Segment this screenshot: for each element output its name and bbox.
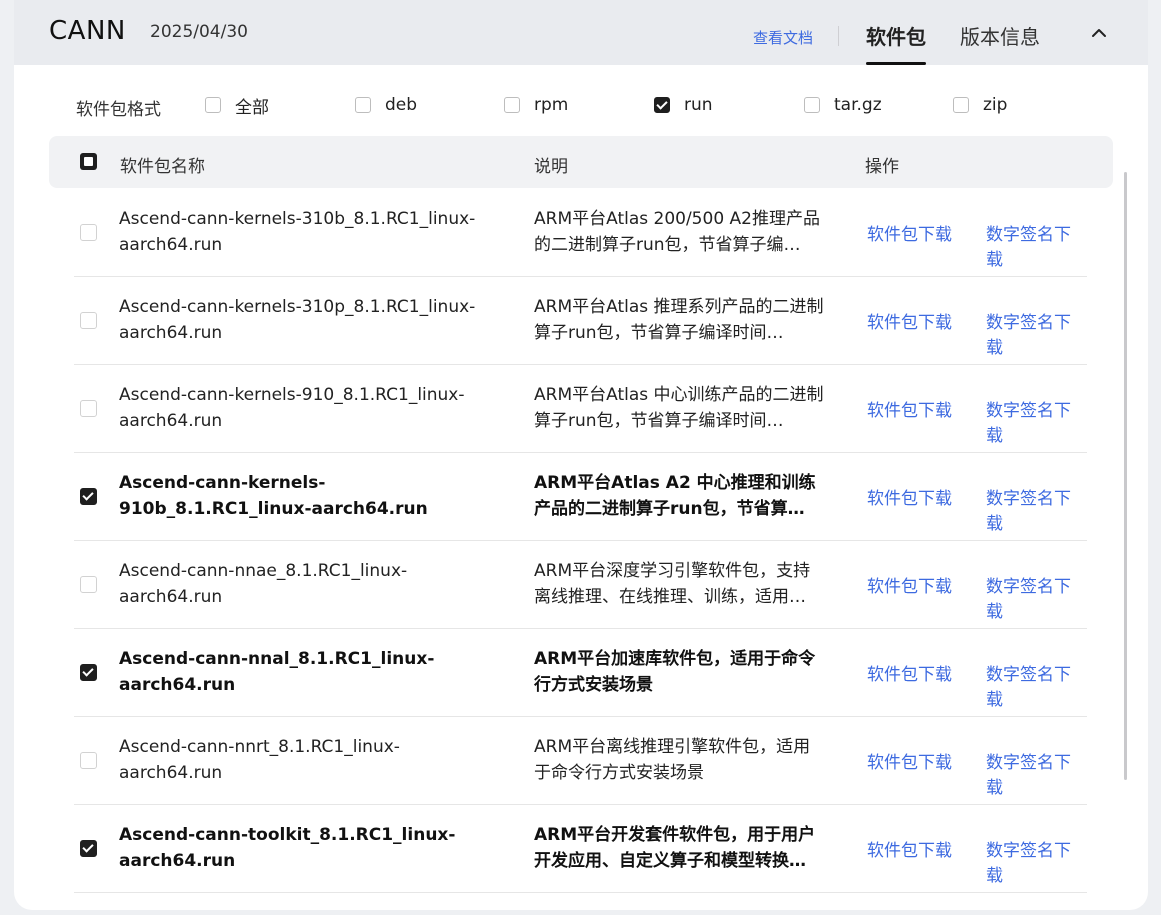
signature-download-link[interactable]: 数字签名下载: [986, 748, 1087, 798]
header-divider: [838, 26, 839, 46]
format-option-0[interactable]: 全部: [205, 93, 269, 118]
format-checkbox[interactable]: [804, 97, 820, 113]
format-option-2[interactable]: rpm: [504, 93, 568, 117]
column-header-name: 软件包名称: [120, 157, 205, 177]
package-name-text: Ascend-cann-kernels-910_8.1.RC1_linux-aa…: [119, 385, 465, 431]
row-checkbox[interactable]: [80, 224, 97, 241]
package-name: Ascend-cann-nnrt_8.1.RC1_linux-aarch64.r…: [119, 716, 499, 804]
format-checkbox[interactable]: [504, 97, 520, 113]
table-row: Ascend-cann-nnrt_8.1.RC1_linux-aarch64.r…: [74, 716, 1087, 805]
chevron-up-icon[interactable]: [1088, 22, 1110, 44]
package-description: ARM平台开发套件软件包，用于用户开发应用、自定义算子和模型转换…: [534, 804, 824, 892]
card-header: CANN 2025/04/30 查看文档 软件包 版本信息: [14, 0, 1148, 65]
format-checkbox[interactable]: [355, 97, 371, 113]
package-download-link[interactable]: 软件包下载: [867, 484, 952, 509]
format-option-4[interactable]: tar.gz: [804, 93, 882, 117]
package-download-link[interactable]: 软件包下载: [867, 396, 952, 421]
package-format-label: 软件包格式: [76, 100, 161, 120]
format-option-1[interactable]: deb: [355, 93, 417, 117]
table-row: Ascend-cann-kernels-310p_8.1.RC1_linux-a…: [74, 276, 1087, 365]
package-name: Ascend-cann-kernels-310b_8.1.RC1_linux-a…: [119, 188, 499, 276]
row-checkbox[interactable]: [80, 752, 97, 769]
row-checkbox[interactable]: [80, 312, 97, 329]
package-description-text: ARM平台深度学习引擎软件包，支持离线推理、在线推理、训练，适用…: [534, 561, 811, 607]
package-description-text: ARM平台Atlas 推理系列产品的二进制算子run包，节省算子编译时间…: [534, 297, 824, 343]
table-scrollbar[interactable]: [1124, 172, 1127, 780]
package-name-text: Ascend-cann-nnal_8.1.RC1_linux-aarch64.r…: [119, 649, 435, 695]
package-name-text: Ascend-cann-nnae_8.1.RC1_linux-aarch64.r…: [119, 561, 408, 607]
package-download-link[interactable]: 软件包下载: [867, 308, 952, 333]
package-name-text: Ascend-cann-kernels-310p_8.1.RC1_linux-a…: [119, 297, 476, 343]
select-all-checkbox[interactable]: [80, 153, 97, 170]
table-row: Ascend-cann-kernels-910_8.1.RC1_linux-aa…: [74, 364, 1087, 453]
package-description: ARM平台Atlas 200/500 A2推理产品的二进制算子run包，节省算子…: [534, 188, 824, 276]
format-option-label: rpm: [534, 95, 569, 115]
package-description: ARM平台Atlas 中心训练产品的二进制算子run包，节省算子编译时间…: [534, 364, 824, 452]
package-name: Ascend-cann-toolkit_8.1.RC1_linux-aarch6…: [119, 804, 499, 892]
table-row: Ascend-cann-kernels-310b_8.1.RC1_linux-a…: [74, 188, 1087, 277]
format-option-label: 全部: [235, 97, 269, 118]
format-checkbox-checked[interactable]: [654, 97, 670, 113]
package-description: ARM平台离线推理引擎软件包，适用于命令行方式安装场景: [534, 716, 824, 804]
signature-download-link[interactable]: 数字签名下载: [986, 308, 1087, 358]
package-description-text: ARM平台Atlas A2 中心推理和训练产品的二进制算子run包，节省算…: [534, 473, 816, 519]
package-name-text: Ascend-cann-nnrt_8.1.RC1_linux-aarch64.r…: [119, 737, 400, 783]
package-download-link[interactable]: 软件包下载: [867, 836, 952, 861]
package-name-text: Ascend-cann-toolkit_8.1.RC1_linux-aarch6…: [119, 825, 456, 871]
package-download-link[interactable]: 软件包下载: [867, 220, 952, 245]
package-download-link[interactable]: 软件包下载: [867, 748, 952, 773]
row-checkbox[interactable]: [80, 400, 97, 417]
package-description-text: ARM平台开发套件软件包，用于用户开发应用、自定义算子和模型转换…: [534, 825, 816, 871]
signature-download-link[interactable]: 数字签名下载: [986, 572, 1087, 622]
column-header-actions: 操作: [865, 157, 899, 177]
product-title: CANN: [49, 16, 126, 46]
signature-download-link[interactable]: 数字签名下载: [986, 660, 1087, 710]
row-checkbox[interactable]: [80, 664, 97, 681]
package-description-text: ARM平台加速库软件包，适用于命令行方式安装场景: [534, 649, 816, 695]
table-row: Ascend-cann-toolkit_8.1.RC1_linux-aarch6…: [74, 804, 1087, 893]
row-checkbox[interactable]: [80, 488, 97, 505]
package-name: Ascend-cann-kernels-910b_8.1.RC1_linux-a…: [119, 452, 499, 540]
table-row: Ascend-cann-kernels-910b_8.1.RC1_linux-a…: [74, 452, 1087, 541]
release-date: 2025/04/30: [150, 22, 248, 42]
package-description: ARM平台Atlas A2 中心推理和训练产品的二进制算子run包，节省算…: [534, 452, 824, 540]
row-checkbox[interactable]: [80, 840, 97, 857]
format-option-3[interactable]: run: [654, 93, 713, 117]
format-option-label: run: [684, 95, 713, 115]
package-name: Ascend-cann-nnal_8.1.RC1_linux-aarch64.r…: [119, 628, 499, 716]
package-name: Ascend-cann-kernels-910_8.1.RC1_linux-aa…: [119, 364, 499, 452]
package-name: Ascend-cann-nnae_8.1.RC1_linux-aarch64.r…: [119, 540, 499, 628]
format-option-label: tar.gz: [834, 95, 882, 115]
signature-download-link[interactable]: 数字签名下载: [986, 484, 1087, 534]
table-header: 软件包名称 说明 操作: [49, 136, 1113, 188]
format-checkbox[interactable]: [205, 97, 221, 113]
package-name-text: Ascend-cann-kernels-310b_8.1.RC1_linux-a…: [119, 209, 476, 255]
signature-download-link[interactable]: 数字签名下载: [986, 396, 1087, 446]
format-option-5[interactable]: zip: [953, 93, 1007, 117]
view-docs-link[interactable]: 查看文档: [753, 27, 813, 48]
signature-download-link[interactable]: 数字签名下载: [986, 836, 1087, 886]
package-description: ARM平台Atlas 推理系列产品的二进制算子run包，节省算子编译时间…: [534, 276, 824, 364]
signature-download-link[interactable]: 数字签名下载: [986, 220, 1087, 270]
package-description-text: ARM平台Atlas 中心训练产品的二进制算子run包，节省算子编译时间…: [534, 385, 824, 431]
column-header-description: 说明: [534, 157, 568, 177]
tab-packages[interactable]: 软件包: [866, 21, 926, 65]
package-download-link[interactable]: 软件包下载: [867, 572, 952, 597]
package-description-text: ARM平台Atlas 200/500 A2推理产品的二进制算子run包，节省算子…: [534, 209, 820, 255]
table-row: Ascend-cann-nnal_8.1.RC1_linux-aarch64.r…: [74, 628, 1087, 717]
format-option-label: zip: [983, 95, 1008, 115]
package-description: ARM平台加速库软件包，适用于命令行方式安装场景: [534, 628, 824, 716]
package-name-text: Ascend-cann-kernels-910b_8.1.RC1_linux-a…: [119, 473, 428, 519]
cann-download-card: CANN 2025/04/30 查看文档 软件包 版本信息 软件包格式 全部 de…: [14, 0, 1148, 910]
format-option-label: deb: [385, 95, 418, 115]
tab-version-info[interactable]: 版本信息: [960, 21, 1040, 50]
package-name: Ascend-cann-kernels-310p_8.1.RC1_linux-a…: [119, 276, 499, 364]
package-download-link[interactable]: 软件包下载: [867, 660, 952, 685]
package-description: ARM平台深度学习引擎软件包，支持离线推理、在线推理、训练，适用…: [534, 540, 824, 628]
table-row: Ascend-cann-nnae_8.1.RC1_linux-aarch64.r…: [74, 540, 1087, 629]
row-checkbox[interactable]: [80, 576, 97, 593]
format-checkbox[interactable]: [953, 97, 969, 113]
package-description-text: ARM平台离线推理引擎软件包，适用于命令行方式安装场景: [534, 737, 811, 783]
